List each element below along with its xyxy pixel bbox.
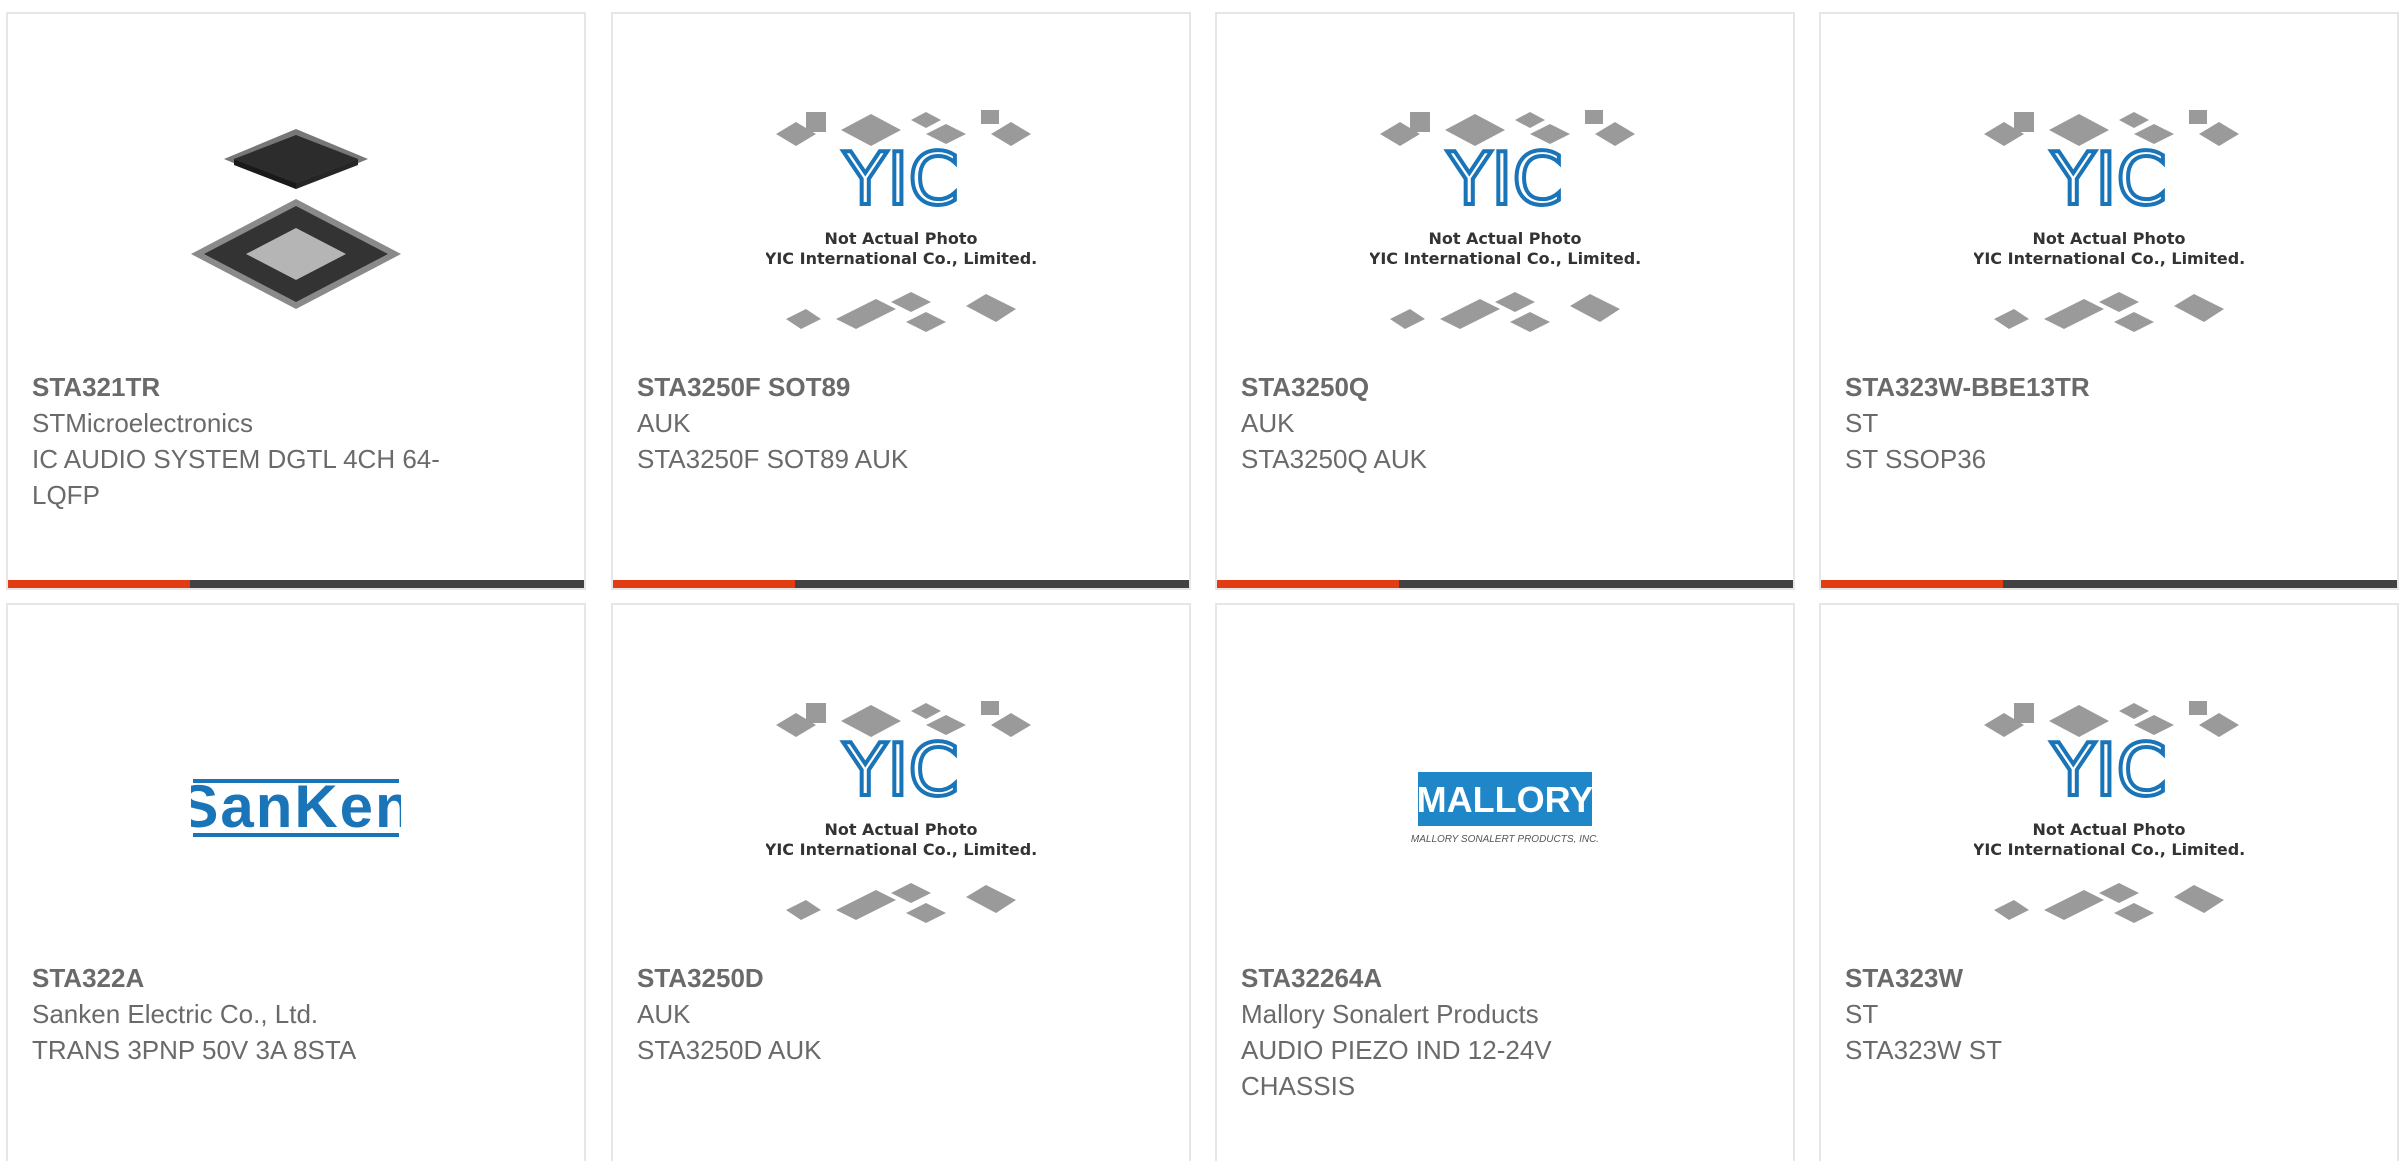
yic-logo-text: YIC [2050,137,2167,221]
description: IC AUDIO SYSTEM DGTL 4CH 64-LQFP [32,444,440,510]
product-card[interactable]: MALLORY MALLORY SONALERT PRODUCTS, INC. … [1215,603,1795,1161]
placeholder-line1: Not Actual Photo [824,820,977,839]
manufacturer: ST [1845,408,1879,438]
placeholder-line2: YIC International Co., Limited. [1370,249,1640,268]
placeholder-line1: Not Actual Photo [2032,229,2185,248]
card-bar-accent [1217,580,1399,588]
product-card[interactable]: YIC Not Actual Photo YIC International C… [611,603,1191,1161]
card-bar-accent [613,580,795,588]
product-thumbnail[interactable]: YIC Not Actual Photo YIC International C… [1821,74,2397,364]
yic-logo-text: YIC [842,728,959,812]
product-thumbnail[interactable]: YIC Not Actual Photo YIC International C… [1217,74,1793,364]
manufacturer: AUK [1241,408,1295,438]
product-grid: STA321TR STMicroelectronics IC AUDIO SYS… [0,0,2400,1161]
yic-logo-text: YIC [1446,137,1563,221]
manufacturer: Mallory Sonalert Products [1241,999,1539,1029]
product-card[interactable]: YIC Not Actual Photo YIC International C… [1215,12,1795,590]
manufacturer: AUK [637,408,691,438]
product-thumbnail[interactable]: MALLORY MALLORY SONALERT PRODUCTS, INC. [1217,665,1793,955]
part-number[interactable]: STA3250Q [1241,369,1769,405]
product-card[interactable]: STA321TR STMicroelectronics IC AUDIO SYS… [6,12,586,590]
placeholder-line2: YIC International Co., Limited. [766,840,1036,859]
manufacturer: AUK [637,999,691,1029]
product-thumbnail[interactable]: SanKen [8,665,584,955]
placeholder-line2: YIC International Co., Limited. [766,249,1036,268]
description: AUDIO PIEZO IND 12-24V CHASSIS [1241,1035,1552,1101]
description: ST SSOP36 [1845,444,1987,474]
part-number[interactable]: STA323W [1845,960,2373,996]
product-card[interactable]: YIC Not Actual Photo YIC International C… [1819,12,2399,590]
card-bar [613,580,1189,588]
mallory-logo-subtext: MALLORY SONALERT PRODUCTS, INC. [1411,834,1599,845]
manufacturer: ST [1845,999,1879,1029]
mallory-logo-icon: MALLORY MALLORY SONALERT PRODUCTS, INC. [1411,772,1599,845]
card-bar [1821,580,2397,588]
chip-photo-icon [191,129,401,309]
description: STA3250Q AUK [1241,444,1427,474]
yic-placeholder-icon: YIC Not Actual Photo YIC International C… [1974,110,2244,332]
yic-placeholder-icon: YIC Not Actual Photo YIC International C… [1370,110,1640,332]
product-thumbnail[interactable] [8,74,584,364]
product-thumbnail[interactable]: YIC Not Actual Photo YIC International C… [613,665,1189,955]
card-bar [8,580,584,588]
yic-logo-text: YIC [2050,728,2167,812]
part-number[interactable]: STA322A [32,960,560,996]
product-card[interactable]: YIC Not Actual Photo YIC International C… [1819,603,2399,1161]
card-bar [1217,580,1793,588]
placeholder-line2: YIC International Co., Limited. [1974,840,2244,859]
yic-placeholder-icon: YIC Not Actual Photo YIC International C… [766,110,1036,332]
placeholder-line2: YIC International Co., Limited. [1974,249,2244,268]
card-bar-accent [8,580,190,588]
product-thumbnail[interactable]: YIC Not Actual Photo YIC International C… [1821,665,2397,955]
product-card[interactable]: YIC Not Actual Photo YIC International C… [611,12,1191,590]
part-number[interactable]: STA321TR [32,369,560,405]
product-card[interactable]: SanKen STA322A Sanken Electric Co., Ltd.… [6,603,586,1161]
part-number[interactable]: STA3250D [637,960,1165,996]
card-bar-accent [1821,580,2003,588]
manufacturer: Sanken Electric Co., Ltd. [32,999,319,1029]
yic-placeholder-icon: YIC Not Actual Photo YIC International C… [1974,701,2244,923]
sanken-logo-icon: SanKen [191,775,401,840]
yic-placeholder-icon: YIC Not Actual Photo YIC International C… [766,701,1036,923]
sanken-logo-text: SanKen [191,775,401,840]
mallory-logo-text: MALLORY [1417,779,1594,820]
description: STA323W ST [1845,1035,2003,1065]
part-number[interactable]: STA32264A [1241,960,1769,996]
part-number[interactable]: STA3250F SOT89 [637,369,1165,405]
description: TRANS 3PNP 50V 3A 8STA [32,1035,357,1065]
placeholder-line1: Not Actual Photo [2032,820,2185,839]
placeholder-line1: Not Actual Photo [1428,229,1581,248]
description: STA3250F SOT89 AUK [637,444,909,474]
part-number[interactable]: STA323W-BBE13TR [1845,369,2373,405]
manufacturer: STMicroelectronics [32,408,254,438]
yic-logo-text: YIC [842,137,959,221]
description: STA3250D AUK [637,1035,822,1065]
placeholder-line1: Not Actual Photo [824,229,977,248]
product-thumbnail[interactable]: YIC Not Actual Photo YIC International C… [613,74,1189,364]
